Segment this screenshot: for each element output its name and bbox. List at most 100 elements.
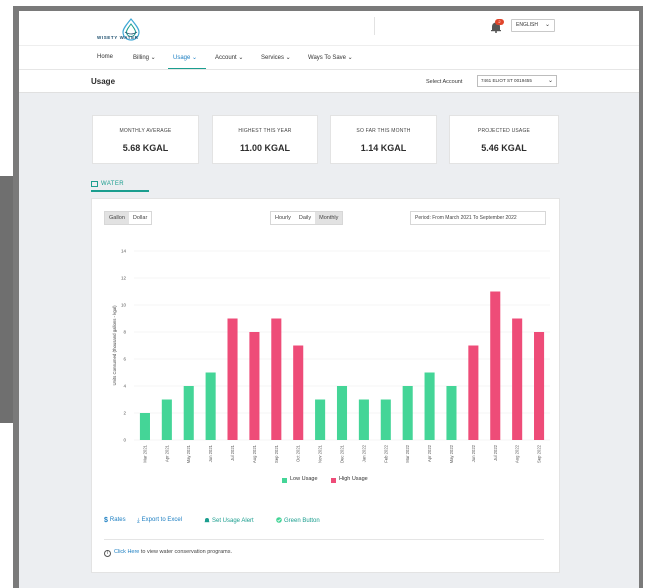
x-tick-label: Sep 2021: [274, 444, 279, 463]
x-tick-label: Apr 2022: [427, 444, 432, 462]
stat-label: SO FAR THIS MONTH: [356, 128, 411, 134]
nav-account-label: Account: [215, 55, 237, 61]
toggle-dollar[interactable]: Dollar: [129, 212, 151, 224]
x-tick-label: May 2022: [449, 444, 454, 463]
x-tick-label: Aug 2022: [515, 444, 520, 463]
screenshot-stage: WISETY WATER 2 ENGLISH ⌄ Home Billing ⌄ …: [0, 0, 649, 588]
y-tick-label: 10: [121, 303, 127, 308]
nav-ways-to-save[interactable]: Ways To Save ⌄: [308, 54, 353, 61]
nav-usage-label: Usage: [173, 55, 191, 61]
nav-ways-to-save-label: Ways To Save: [308, 55, 347, 61]
stat-card-monthly-average: MONTHLY AVERAGE 5.68 KGAL: [92, 115, 199, 164]
unit-toggle: Gallon Dollar: [104, 211, 153, 225]
x-tick-label: Aug 2021: [252, 444, 257, 463]
y-tick-label: 0: [123, 438, 126, 443]
y-tick-label: 6: [123, 357, 126, 362]
bar: [271, 318, 282, 440]
top-header: WISETY WATER 2 ENGLISH ⌄: [19, 11, 639, 45]
x-tick-label: Jun 2022: [471, 444, 476, 462]
bar: [424, 372, 435, 440]
nav-usage[interactable]: Usage ⌄: [173, 54, 197, 61]
stat-value: 11.00 KGAL: [239, 143, 291, 153]
y-tick-label: 14: [121, 249, 127, 254]
stat-card-projected-usage: PROJECTED USAGE 5.46 KGAL: [449, 115, 559, 164]
set-usage-alert-link[interactable]: Set Usage Alert: [204, 517, 254, 524]
x-tick-label: May 2021: [186, 444, 191, 463]
bar: [227, 318, 238, 440]
chevron-down-icon: ⌄: [547, 78, 553, 84]
bar: [358, 399, 369, 440]
stat-label: PROJECTED USAGE: [477, 128, 531, 134]
usage-app: WISETY WATER 2 ENGLISH ⌄ Home Billing ⌄ …: [19, 11, 639, 588]
x-tick-label: Sep 2022: [537, 444, 542, 463]
water-meter-icon: [91, 181, 98, 187]
tab-water-label: WATER: [101, 181, 124, 187]
tab-water[interactable]: WATER: [91, 178, 149, 192]
nav-billing[interactable]: Billing ⌄: [133, 54, 156, 61]
click-here-link[interactable]: Click Here: [114, 549, 139, 555]
y-axis-label: Units Consumed (thousand gallons - kgal): [112, 305, 117, 386]
toggle-daily[interactable]: Daily: [295, 212, 315, 224]
legend-swatch-low: [282, 478, 287, 483]
nav-services-label: Services: [261, 55, 285, 61]
bar: [402, 386, 413, 440]
brand-name: WISETY WATER: [97, 35, 139, 40]
toggle-gallon[interactable]: Gallon: [105, 212, 129, 224]
usage-chart-card: Gallon Dollar Hourly Daily Monthly Perio…: [91, 198, 560, 573]
period-selector[interactable]: Period: From March 2021 To September 202…: [410, 211, 546, 225]
bar: [249, 332, 260, 440]
x-tick-label: Jul 2021: [230, 444, 235, 461]
bar: [512, 318, 523, 440]
stat-card-highest-this-year: HIGHEST THIS YEAR 11.00 KGAL: [212, 115, 318, 164]
x-tick-label: Jul 2022: [493, 444, 498, 461]
stat-value: 1.14 KGAL: [360, 143, 407, 153]
legend-low-usage[interactable]: Low Usage: [290, 476, 318, 482]
conservation-note: i Click Here to view water conservation p…: [104, 549, 232, 557]
stat-card-so-far-this-month: SO FAR THIS MONTH 1.14 KGAL: [330, 115, 437, 164]
stat-value: 5.68 KGAL: [122, 143, 169, 153]
card-divider: [104, 539, 544, 540]
bar: [183, 386, 194, 440]
stat-value: 5.46 KGAL: [481, 143, 527, 153]
nav-services[interactable]: Services ⌄: [261, 54, 291, 61]
account-select[interactable]: 7461 ELIOT ST 0019455 ⌄: [477, 75, 557, 87]
chart-actions: $ Rates ⤓ Export to Excel Set Usage Alert …: [104, 517, 544, 529]
x-tick-label: Mar 2021: [142, 444, 147, 462]
water-drop-logo-icon[interactable]: [111, 17, 151, 45]
rates-label: Rates: [109, 517, 126, 523]
left-gray-bar: [0, 176, 13, 423]
y-tick-label: 2: [123, 411, 126, 416]
chevron-down-icon: ⌄: [544, 22, 550, 28]
y-tick-label: 12: [121, 276, 127, 281]
bar: [490, 291, 501, 440]
leaf-icon: [276, 517, 282, 523]
legend-high-usage[interactable]: High Usage: [339, 476, 368, 482]
alert-label: Set Usage Alert: [212, 518, 254, 524]
nav-account[interactable]: Account ⌄: [215, 54, 243, 61]
stat-label: MONTHLY AVERAGE: [119, 128, 172, 134]
toggle-hourly[interactable]: Hourly: [271, 212, 295, 224]
conservation-note-text: to view water conservation programs.: [139, 549, 232, 555]
x-tick-label: Jun 2021: [208, 444, 213, 462]
rates-link[interactable]: $ Rates: [104, 517, 126, 524]
legend-swatch-high: [331, 478, 336, 483]
language-select[interactable]: ENGLISH ⌄: [511, 19, 555, 32]
toggle-monthly[interactable]: Monthly: [315, 212, 343, 224]
bar: [293, 345, 304, 440]
export-to-excel-link[interactable]: ⤓ Export to Excel: [137, 517, 182, 524]
page-subheader: Usage Select Account 7461 ELIOT ST 00194…: [19, 69, 639, 93]
x-tick-label: Oct 2021: [296, 444, 301, 462]
nav-home[interactable]: Home: [97, 54, 113, 60]
x-tick-label: Jan 2022: [361, 444, 366, 462]
dollar-icon: $: [104, 517, 108, 524]
bar: [205, 372, 216, 440]
bar: [534, 332, 545, 440]
bar: [336, 386, 348, 440]
x-tick-label: Apr 2021: [164, 444, 169, 462]
bar: [446, 386, 457, 440]
download-icon: ⤓: [137, 518, 140, 524]
green-button-link[interactable]: Green Button: [276, 517, 320, 524]
nav-billing-label: Billing: [133, 55, 150, 61]
bell-icon: [204, 518, 210, 523]
language-value: ENGLISH: [516, 22, 538, 28]
